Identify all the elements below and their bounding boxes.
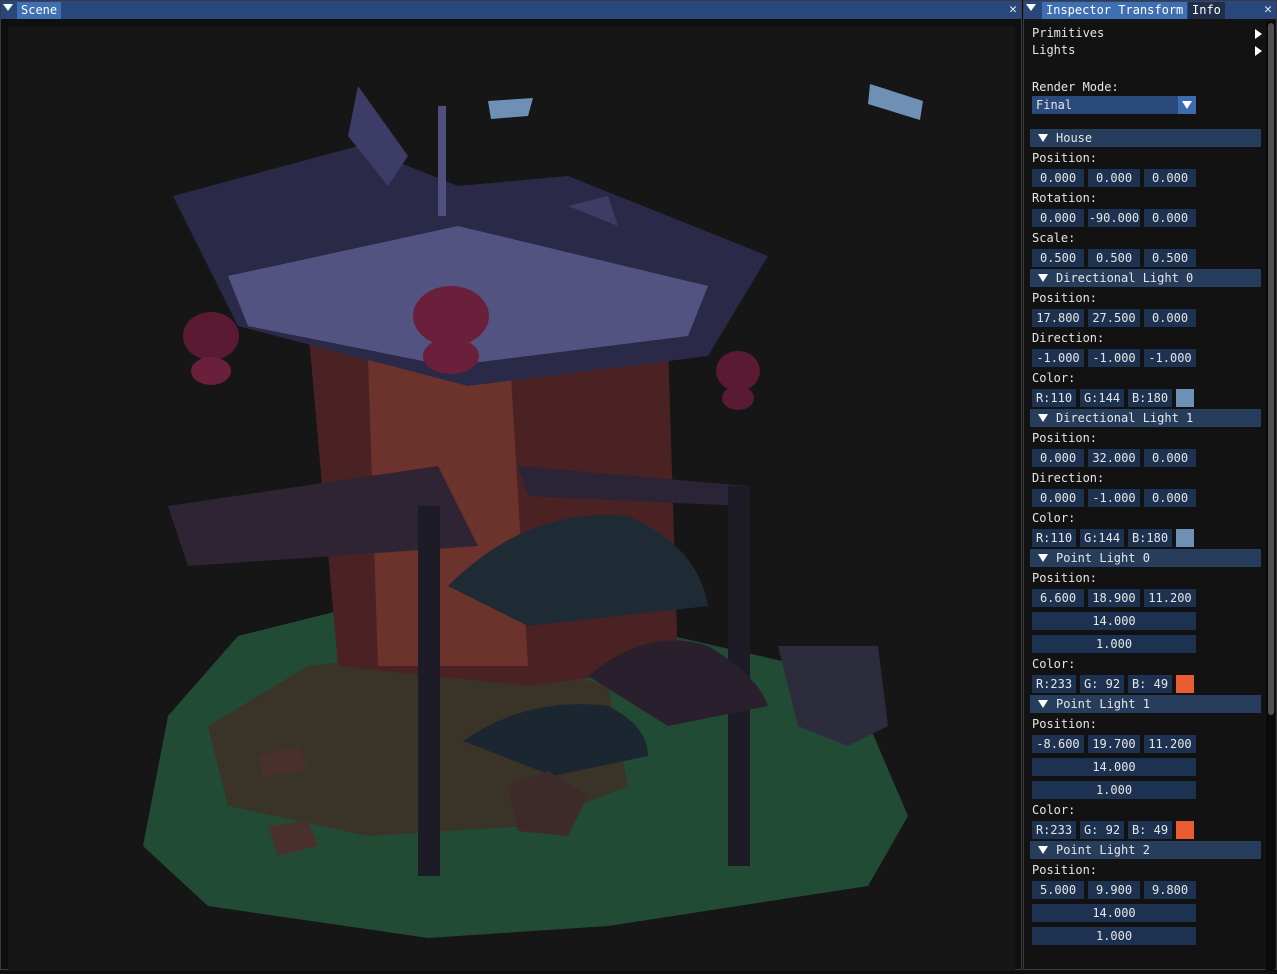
section-header-point-light-2[interactable]: Point Light 2: [1030, 841, 1261, 859]
pl2-intensity-field[interactable]: 1.000: [1032, 927, 1196, 945]
dl0-color-label: Color:: [1032, 371, 1076, 385]
pl1-color-b[interactable]: B: 49: [1128, 821, 1172, 839]
house-scale-x[interactable]: 0.500: [1032, 249, 1084, 267]
dl0-color-r[interactable]: R:110: [1032, 389, 1076, 407]
dl1-direction-z[interactable]: 0.000: [1144, 489, 1196, 507]
pl1-radius-field[interactable]: 14.000: [1032, 758, 1196, 776]
scene-titlebar[interactable]: Scene ✕: [1, 1, 1021, 19]
scene-viewport[interactable]: [8, 26, 1015, 971]
chevron-down-icon[interactable]: [1178, 96, 1196, 114]
scene-window: Scene ✕: [0, 0, 1022, 971]
close-icon[interactable]: ✕: [1009, 1, 1017, 18]
dl0-direction-z[interactable]: -1.000: [1144, 349, 1196, 367]
pl1-color-swatch[interactable]: [1176, 821, 1194, 839]
scene-render-image: [143, 84, 923, 938]
tab-info[interactable]: Info: [1188, 2, 1225, 19]
section-header-point-light-1[interactable]: Point Light 1: [1030, 695, 1261, 713]
pl1-position-y[interactable]: 19.700: [1088, 735, 1140, 753]
arrow-right-icon: [1255, 29, 1262, 39]
pl2-position-label: Position:: [1032, 863, 1098, 877]
dl1-color-label: Color:: [1032, 511, 1076, 525]
dl0-position-z[interactable]: 0.000: [1144, 309, 1196, 327]
menu-primitives-label: Primitives: [1032, 26, 1105, 40]
pl2-position-y[interactable]: 9.900: [1088, 881, 1140, 899]
pl1-intensity-field[interactable]: 1.000: [1032, 781, 1196, 799]
dl0-position-label: Position:: [1032, 291, 1098, 305]
inspector-scrollbar-thumb[interactable]: [1268, 23, 1274, 715]
tab-scene[interactable]: Scene: [17, 2, 62, 19]
dl1-position-x[interactable]: 0.000: [1032, 449, 1084, 467]
pl1-position-x[interactable]: -8.600: [1032, 735, 1084, 753]
pl1-position-label: Position:: [1032, 717, 1098, 731]
menu-lights[interactable]: Lights: [1032, 42, 1262, 59]
house-position-y[interactable]: 0.000: [1088, 169, 1140, 187]
dl1-direction-label: Direction:: [1032, 471, 1105, 485]
pl1-color-g[interactable]: G: 92: [1080, 821, 1124, 839]
house-scale-z[interactable]: 0.500: [1144, 249, 1196, 267]
dl1-color-swatch[interactable]: [1176, 529, 1194, 547]
pl2-position-x[interactable]: 5.000: [1032, 881, 1084, 899]
inspector-content: Primitives Lights Render Mode: Final Hou…: [1030, 25, 1262, 945]
pl1-position-z[interactable]: 11.200: [1144, 735, 1196, 753]
menu-lights-label: Lights: [1032, 43, 1076, 57]
dl0-direction-x[interactable]: -1.000: [1032, 349, 1084, 367]
dl1-color-g[interactable]: G:144: [1080, 529, 1124, 547]
pl0-color-r[interactable]: R:233: [1032, 675, 1076, 693]
house-scale-label: Scale:: [1032, 231, 1076, 245]
dl1-color-r[interactable]: R:110: [1032, 529, 1076, 547]
section-header-house[interactable]: House: [1030, 129, 1261, 147]
dl1-position-z[interactable]: 0.000: [1144, 449, 1196, 467]
dl1-position-y[interactable]: 32.000: [1088, 449, 1140, 467]
inspector-window: Inspector Transform Info ✕ Primitives Li…: [1023, 0, 1277, 971]
render-mode-label: Render Mode:: [1032, 80, 1119, 94]
dl0-color-swatch[interactable]: [1176, 389, 1194, 407]
dl1-position-label: Position:: [1032, 431, 1098, 445]
pl0-position-z[interactable]: 11.200: [1144, 589, 1196, 607]
dl0-color-g[interactable]: G:144: [1080, 389, 1124, 407]
dl0-position-y[interactable]: 27.500: [1088, 309, 1140, 327]
dl0-color-b[interactable]: B:180: [1128, 389, 1172, 407]
section-header-directional-light-0[interactable]: Directional Light 0: [1030, 269, 1261, 287]
section-header-directional-light-1[interactable]: Directional Light 1: [1030, 409, 1261, 427]
pl0-intensity-field[interactable]: 1.000: [1032, 635, 1196, 653]
dl0-direction-y[interactable]: -1.000: [1088, 349, 1140, 367]
pl1-color-label: Color:: [1032, 803, 1076, 817]
house-scale-y[interactable]: 0.500: [1088, 249, 1140, 267]
house-rotation-y[interactable]: -90.000: [1088, 209, 1140, 227]
inspector-titlebar[interactable]: Inspector Transform Info ✕: [1024, 1, 1276, 19]
dl0-direction-label: Direction:: [1032, 331, 1105, 345]
house-position-x[interactable]: 0.000: [1032, 169, 1084, 187]
pl0-position-y[interactable]: 18.900: [1088, 589, 1140, 607]
close-icon[interactable]: ✕: [1264, 1, 1272, 18]
house-rotation-x[interactable]: 0.000: [1032, 209, 1084, 227]
collapse-icon[interactable]: [3, 4, 13, 11]
dl1-direction-x[interactable]: 0.000: [1032, 489, 1084, 507]
house-rotation-z[interactable]: 0.000: [1144, 209, 1196, 227]
pl0-radius-field[interactable]: 14.000: [1032, 612, 1196, 630]
dl1-color-b[interactable]: B:180: [1128, 529, 1172, 547]
house-position-z[interactable]: 0.000: [1144, 169, 1196, 187]
render-mode-value: Final: [1036, 98, 1073, 112]
pl0-color-swatch[interactable]: [1176, 675, 1194, 693]
pl0-color-g[interactable]: G: 92: [1080, 675, 1124, 693]
arrow-right-icon: [1255, 46, 1262, 56]
pl2-radius-field[interactable]: 14.000: [1032, 904, 1196, 922]
collapse-icon[interactable]: [1026, 4, 1036, 11]
menu-primitives[interactable]: Primitives: [1032, 25, 1262, 42]
pl2-position-z[interactable]: 9.800: [1144, 881, 1196, 899]
dl0-position-x[interactable]: 17.800: [1032, 309, 1084, 327]
pl0-color-b[interactable]: B: 49: [1128, 675, 1172, 693]
pl0-position-x[interactable]: 6.600: [1032, 589, 1084, 607]
dl1-direction-y[interactable]: -1.000: [1088, 489, 1140, 507]
house-position-label: Position:: [1032, 151, 1098, 165]
pl0-position-label: Position:: [1032, 571, 1098, 585]
house-rotation-label: Rotation:: [1032, 191, 1098, 205]
section-header-point-light-0[interactable]: Point Light 0: [1030, 549, 1261, 567]
tab-inspector-transform[interactable]: Inspector Transform: [1042, 2, 1188, 19]
pl0-color-label: Color:: [1032, 657, 1076, 671]
render-mode-select[interactable]: Final: [1032, 96, 1196, 114]
pl1-color-r[interactable]: R:233: [1032, 821, 1076, 839]
